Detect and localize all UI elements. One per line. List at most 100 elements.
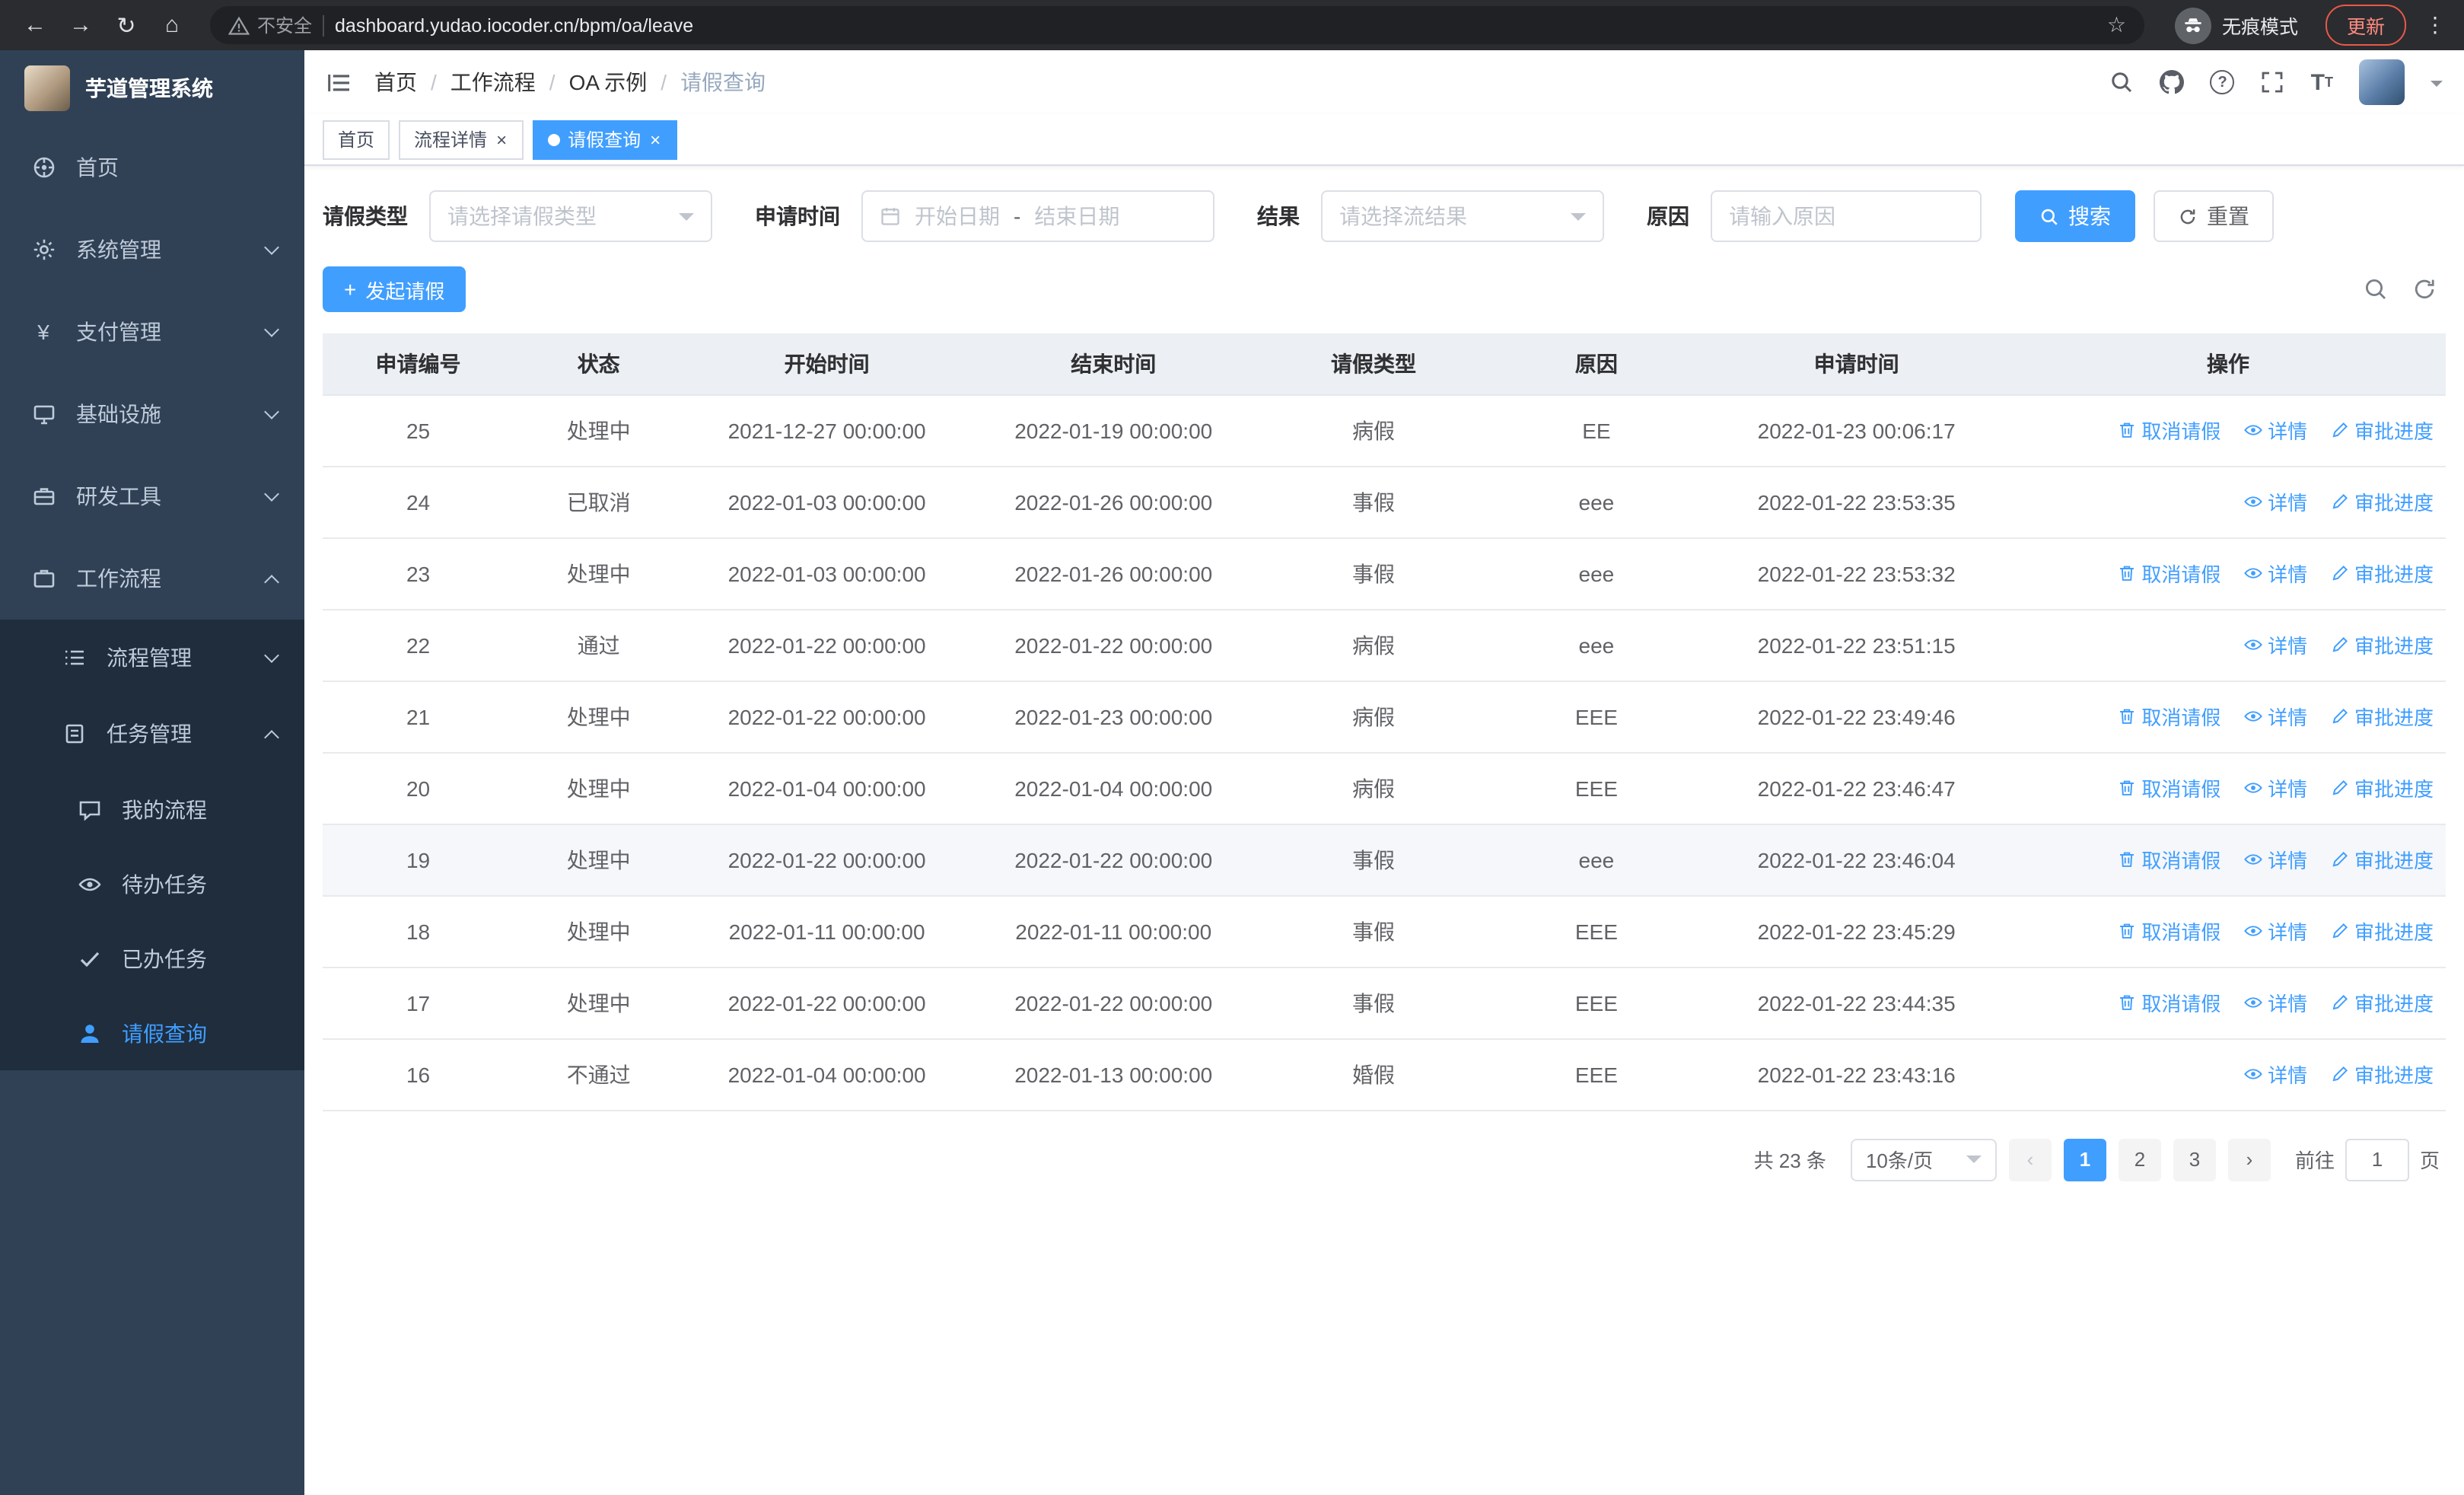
reason-input[interactable] — [1729, 204, 1963, 228]
close-icon[interactable]: × — [648, 129, 662, 150]
detail-link[interactable]: 详情 — [2243, 487, 2307, 516]
detail-link[interactable]: 详情 — [2243, 988, 2307, 1017]
detail-link[interactable]: 详情 — [2243, 702, 2307, 731]
sidebar-item-payment[interactable]: ¥ 支付管理 — [0, 291, 304, 373]
avatar-caret-down-icon[interactable] — [2431, 80, 2443, 92]
date-range-input[interactable]: 开始日期 - 结束日期 — [861, 190, 1214, 242]
approval-progress-link[interactable]: 审批进度 — [2330, 630, 2434, 659]
list-icon — [61, 645, 87, 670]
next-page-button[interactable]: › — [2227, 1138, 2271, 1181]
github-icon[interactable] — [2160, 70, 2185, 94]
chevron-up-icon — [264, 729, 279, 744]
security-warning[interactable]: 不安全 — [228, 12, 312, 38]
sidebar-item-infrastructure[interactable]: 基础设施 — [0, 373, 304, 455]
detail-link[interactable]: 详情 — [2243, 1060, 2307, 1089]
sidebar-item-home[interactable]: 首页 — [0, 126, 304, 209]
col-header-type: 请假类型 — [1256, 333, 1491, 395]
page-button-2[interactable]: 2 — [2118, 1138, 2161, 1181]
table-tools — [2364, 277, 2446, 301]
update-label: 更新 — [2346, 17, 2385, 38]
page-button-1[interactable]: 1 — [2063, 1138, 2106, 1181]
cancel-leave-link[interactable]: 取消请假 — [2117, 416, 2220, 445]
chevron-down-icon — [1571, 212, 1586, 228]
sidebar-item-devtools[interactable]: 研发工具 — [0, 455, 304, 537]
cell-apply-time: 2022-01-22 23:46:47 — [1702, 752, 2010, 824]
chevron-down-icon — [264, 486, 279, 502]
page-button-3[interactable]: 3 — [2173, 1138, 2216, 1181]
browser-menu-kebab-icon[interactable]: ⋮ — [2421, 12, 2449, 38]
detail-link[interactable]: 详情 — [2243, 773, 2307, 802]
sidebar-item-process-management[interactable]: 流程管理 — [0, 620, 304, 696]
table-refresh-icon[interactable] — [2412, 277, 2437, 301]
address-bar[interactable]: 不安全 dashboard.yudao.iocoder.cn/bpm/oa/le… — [210, 6, 2144, 44]
url-text[interactable]: dashboard.yudao.iocoder.cn/bpm/oa/leave — [335, 14, 2096, 36]
breadcrumb-item[interactable]: OA 示例 — [569, 67, 648, 97]
yen-icon: ¥ — [37, 320, 49, 344]
approval-progress-link[interactable]: 审批进度 — [2330, 1060, 2434, 1089]
toggle-search-icon[interactable] — [2364, 277, 2388, 301]
breadcrumb-item[interactable]: 工作流程 — [450, 67, 536, 97]
help-icon[interactable]: ? — [2210, 70, 2235, 94]
approval-progress-link[interactable]: 审批进度 — [2330, 487, 2434, 516]
avatar[interactable] — [2359, 59, 2405, 105]
refresh-icon — [2180, 209, 2195, 224]
sidebar-item-todo-tasks[interactable]: 待办任务 — [0, 846, 304, 921]
sidebar-item-done-tasks[interactable]: 已办任务 — [0, 921, 304, 996]
browser-home-button[interactable]: ⌂ — [152, 5, 192, 45]
detail-link[interactable]: 详情 — [2243, 630, 2307, 659]
sidebar-collapse-icon[interactable] — [326, 69, 352, 95]
sidebar-item-system[interactable]: 系统管理 — [0, 209, 304, 291]
breadcrumb-item-current: 请假查询 — [680, 70, 766, 94]
tab-leave-query[interactable]: 请假查询 × — [533, 120, 678, 159]
approval-progress-link[interactable]: 审批进度 — [2330, 845, 2434, 874]
cell-id: 22 — [323, 609, 514, 681]
approval-progress-link[interactable]: 审批进度 — [2330, 988, 2434, 1017]
browser-reload-button[interactable]: ↻ — [107, 5, 146, 45]
sidebar-item-my-process[interactable]: 我的流程 — [0, 772, 304, 846]
detail-link[interactable]: 详情 — [2243, 416, 2307, 445]
page-size-select[interactable]: 10条/页 — [1850, 1138, 1997, 1181]
table-toolbar: + 发起请假 — [323, 266, 2446, 312]
browser-back-button[interactable]: ← — [15, 5, 55, 45]
approval-progress-link[interactable]: 审批进度 — [2330, 702, 2434, 731]
bookmark-star-icon[interactable]: ☆ — [2107, 12, 2126, 38]
goto-page-input[interactable] — [2345, 1138, 2409, 1181]
cancel-leave-link[interactable]: 取消请假 — [2117, 702, 2220, 731]
detail-link[interactable]: 详情 — [2243, 559, 2307, 588]
approval-progress-link[interactable]: 审批进度 — [2330, 773, 2434, 802]
tab-process-detail[interactable]: 流程详情 × — [399, 120, 524, 159]
cancel-leave-link[interactable]: 取消请假 — [2117, 988, 2220, 1017]
reset-button[interactable]: 重置 — [2154, 190, 2274, 242]
approval-progress-link[interactable]: 审批进度 — [2330, 416, 2434, 445]
result-select[interactable]: 请选择流结果 — [1321, 190, 1604, 242]
fullscreen-icon[interactable] — [2261, 70, 2285, 94]
browser-forward-button[interactable]: → — [61, 5, 100, 45]
font-size-icon[interactable]: TT — [2311, 69, 2333, 95]
approval-progress-link[interactable]: 审批进度 — [2330, 559, 2434, 588]
sidebar-item-workflow[interactable]: 工作流程 — [0, 537, 304, 620]
sidebar-item-task-management[interactable]: 任务管理 — [0, 696, 304, 772]
cancel-leave-link[interactable]: 取消请假 — [2117, 845, 2220, 874]
cancel-leave-link[interactable]: 取消请假 — [2117, 559, 2220, 588]
incognito-label: 无痕模式 — [2221, 17, 2298, 38]
app-logo[interactable]: 芋道管理系统 — [0, 50, 304, 126]
cancel-leave-link[interactable]: 取消请假 — [2117, 773, 2220, 802]
search-button[interactable]: 搜索 — [2015, 190, 2135, 242]
cancel-leave-link[interactable]: 取消请假 — [2117, 916, 2220, 945]
sidebar-item-leave-query[interactable]: 请假查询 — [0, 996, 304, 1070]
close-icon[interactable]: × — [495, 129, 508, 150]
breadcrumb-item[interactable]: 首页 — [374, 67, 417, 97]
approval-progress-link[interactable]: 审批进度 — [2330, 916, 2434, 945]
cell-start-time: 2022-01-22 00:00:00 — [683, 967, 970, 1039]
cell-status: 处理中 — [514, 394, 684, 467]
create-leave-button[interactable]: + 发起请假 — [323, 266, 466, 312]
detail-link[interactable]: 详情 — [2243, 845, 2307, 874]
warning-triangle-icon — [228, 15, 250, 34]
browser-update-button[interactable]: 更新 — [2325, 5, 2406, 46]
eye-icon — [76, 872, 102, 896]
tab-home[interactable]: 首页 — [323, 120, 390, 159]
prev-page-button[interactable]: ‹ — [2008, 1138, 2052, 1181]
detail-link[interactable]: 详情 — [2243, 916, 2307, 945]
header-search-icon[interactable] — [2110, 70, 2135, 94]
leave-type-select[interactable]: 请选择请假类型 — [429, 190, 712, 242]
